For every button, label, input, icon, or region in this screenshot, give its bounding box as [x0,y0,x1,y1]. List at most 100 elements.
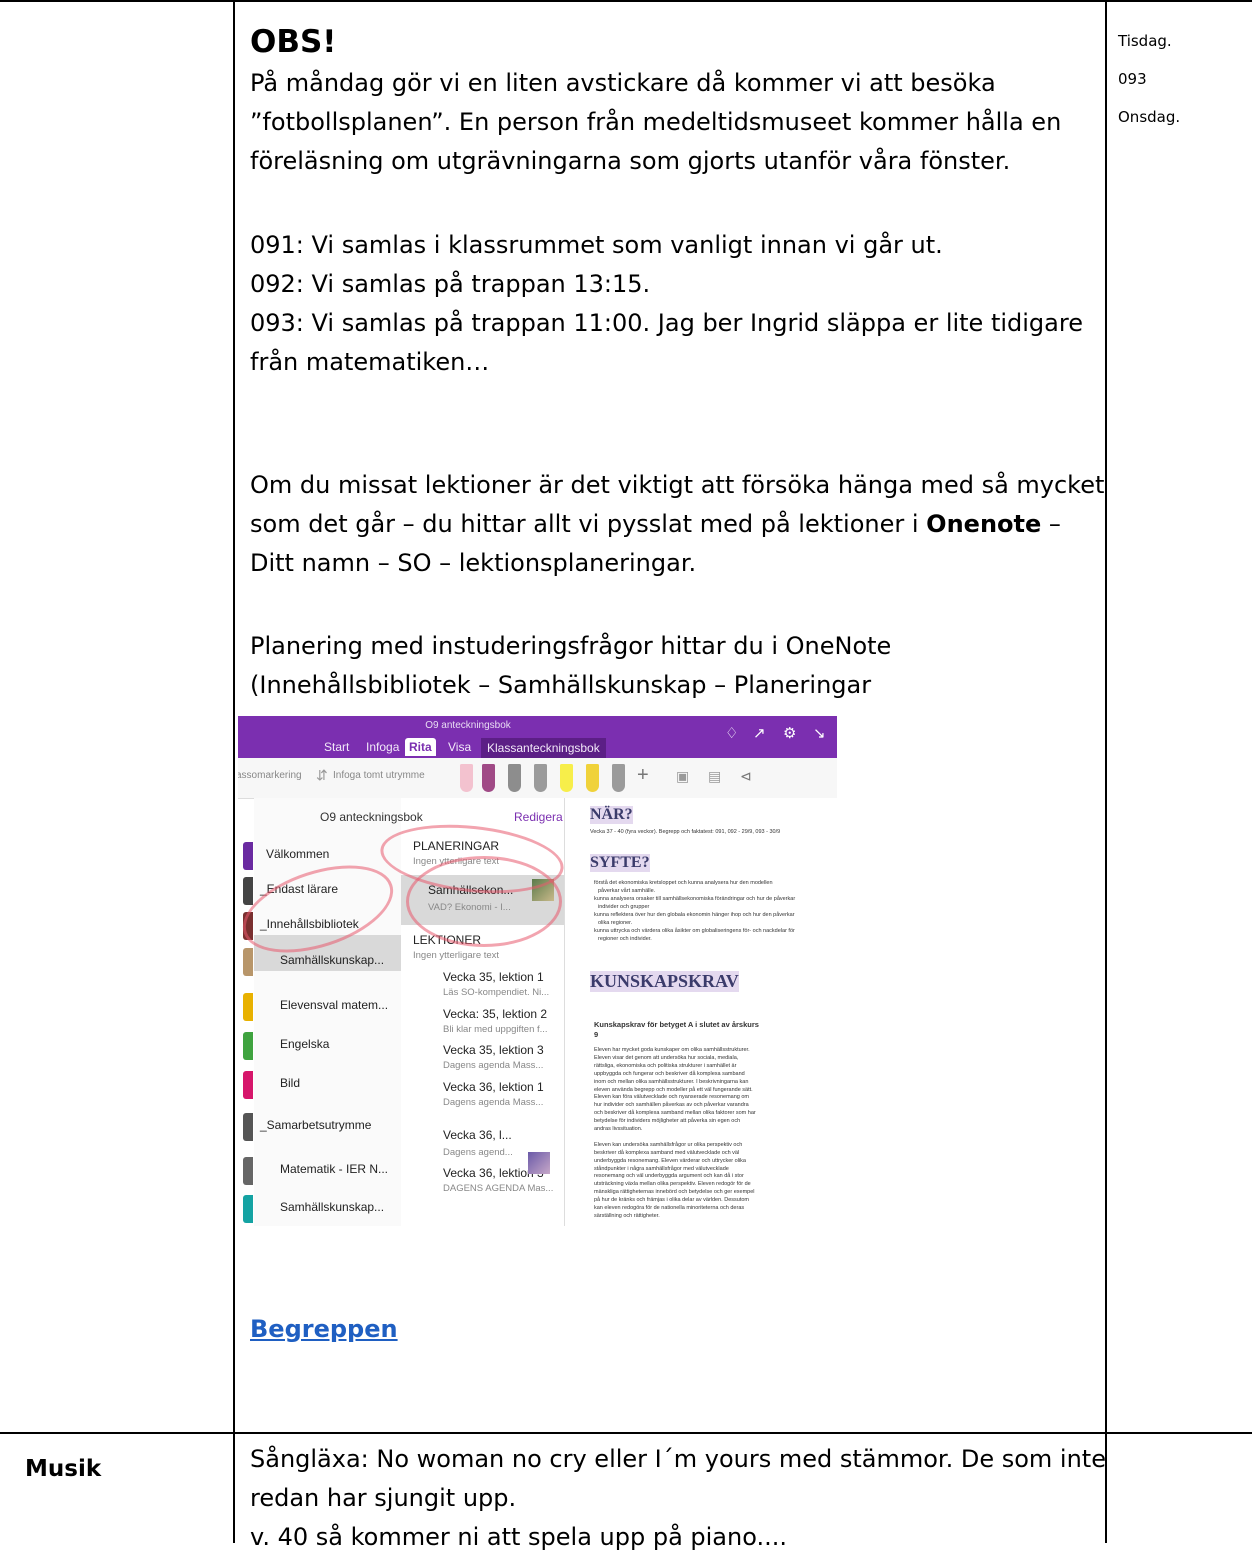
tab-infoga: Infoga [366,740,400,754]
missed-text: – [1041,510,1061,538]
musik-line: Sångläxa: No woman no cry eller I´m your… [250,1445,1106,1473]
onenote-bold: Onenote [926,510,1042,538]
page-preview: DAGENS AGENDA Mas... [443,1183,554,1194]
musik-line: v. 40 så kommer ni att spela upp på pian… [250,1523,787,1551]
begreppen-link[interactable]: Begreppen [250,1315,398,1343]
bell-icon: ♢ [725,725,739,742]
lasso-icon: ▤ [708,768,722,784]
highlighter-icon [560,764,573,792]
krav-line: utsträckning växla mellan olika perspekt… [594,1181,751,1188]
intro-line: På måndag gör vi en liten avstickare då … [250,69,996,97]
syfte-bullet: kunna reflektera över hur den globala ek… [594,912,795,918]
side-class: 093 [1118,70,1147,88]
page-thumbnail [528,1152,550,1174]
syfte-bullet: förstå det ekonomiska kretsloppet och ku… [594,880,773,886]
syfte-bullet: individer och grupper [598,904,650,910]
section-color-tab [243,877,253,905]
page-preview: Dagens agend... [443,1147,513,1158]
page-preview: Läs SO-kompendiet. Ni... [443,987,550,998]
krav-line: betydelse för individers möjligheter att… [594,1118,741,1125]
table-border-row [0,1432,1252,1434]
collapse-icon: ↘ [813,725,826,742]
krav-sub2: 9 [594,1030,599,1039]
section-item: Samhällskunskap... [280,1200,385,1214]
page-preview: Dagens agenda Mass... [443,1097,544,1108]
tab-rita: Rita [405,738,436,756]
syfte-heading: SYFTE? [590,854,650,872]
nar-text: Vecka 37 - 40 (fyra veckor). Begrepp och… [590,829,781,835]
krav-line: rättsliga, ekonomiska och politiska stru… [594,1062,737,1069]
eraser-icon [460,764,473,792]
missed-text: som det går – du hittar allt vi pysslat … [250,510,927,538]
share-icon: ↗ [753,725,766,742]
krav-line: och beskriver då komplexa samband mellan… [594,1110,756,1117]
section-item: Elevensval matem... [280,998,389,1012]
annotation-circle [406,856,562,947]
krav-heading: KUNSKAPSKRAV [590,971,739,992]
page-title: Vecka 36, l... [443,1128,512,1142]
shape-icon: ▣ [676,768,690,784]
section-item: Samhällskunskap... [280,953,385,967]
syfte-bullet: påverkar vårt samhälle. [598,888,656,894]
table-border-col1 [233,0,235,1543]
krav-line: särställning och rättigheter. [594,1212,660,1219]
onenote-titlebar: O9 anteckningsbok Start Infoga Rita Visa… [238,716,837,758]
obs-heading: OBS! [250,24,337,60]
schedule-line: 093: Vi samlas på trappan 11:00. Jag ber… [250,309,1083,337]
side-day: Onsdag. [1118,108,1181,126]
section-color-tab [243,948,253,976]
section-color-tab [243,993,253,1021]
krav-line: ståndpunkter i några samhällsfrågor med … [594,1165,729,1172]
krav-line: andras livssituation. [594,1126,643,1132]
page-preview: Dagens agenda Mass... [443,1060,544,1071]
pen-icon [612,764,625,792]
page-title: Vecka 35, lektion 3 [443,1043,544,1057]
syfte-bullet: kunna analysera orsaker till samhällseko… [594,896,796,902]
syfte-bullet: kunna uttrycka och värdera olika åsikter… [594,928,795,934]
section-color-tab [243,1113,253,1141]
tab-visa: Visa [448,740,472,754]
nar-heading: NÄR? [590,806,633,824]
krav-line: kan eleven redogöra för de nationella mi… [594,1205,745,1211]
page-preview: Ingen ytterligare text [413,950,500,961]
krav-line: Eleven kan föra välutvecklade och nyanse… [594,1094,750,1101]
krav-line: på hur de kränks och främjas i olika del… [594,1197,749,1204]
syfte-bullet: regioner och individer. [598,936,652,942]
page-title: Vecka 36, lektion 1 [443,1080,544,1094]
missed-line: som det går – du hittar allt vi pysslat … [250,505,1061,543]
onenote-screenshot: O9 anteckningsbok Start Infoga Rita Visa… [238,716,837,1226]
section-item: Engelska [280,1037,330,1051]
toolbar-lasso: assomarkering [238,770,302,781]
krav-line: beskriver då komplexa samband med välutv… [594,1149,740,1156]
krav-line: eleven använda begrepp och modeller på e… [594,1086,753,1093]
intro-line: föreläsning om utgrävningarna som gjorts… [250,147,1011,175]
krav-line: mänskliga rättigheternas innebörd och be… [594,1189,755,1196]
page-title: Vecka: 35, lektion 2 [443,1007,548,1021]
syfte-bullet: olika regioner. [598,920,633,926]
plan-line: (Innehållsbibliotek – Samhällskunskap – … [250,671,872,699]
schedule-line: från matematiken… [250,348,490,376]
tab-klassanteckningsbok: Klassanteckningsbok [481,738,606,758]
tab-start: Start [324,740,350,754]
section-item: Välkommen [266,847,330,861]
notebook-name: O9 anteckningsbok [320,810,423,824]
section-color-tab [243,842,253,870]
add-icon: + [637,764,649,786]
highlighter-icon [586,764,599,792]
section-item: Bild [280,1076,301,1090]
section-item: _Samarbetsutrymme [260,1118,372,1132]
krav-line: uppbyggda och fungerar och beskriver då … [594,1070,745,1077]
page-title: Vecka 35, lektion 1 [443,970,544,984]
section-color-tab [243,1195,253,1223]
pen-icon [534,764,547,792]
toolbar-insert-space: Infoga tomt utrymme [333,770,425,781]
schedule-line: 091: Vi samlas i klassrummet som vanligt… [250,231,943,259]
krav-line: hur individer och samhällen påverkas av … [594,1102,749,1109]
missed-line: Ditt namn – SO – lektionsplaneringar. [250,549,697,577]
pen-icon [482,764,495,792]
intro-line: ”fotbollsplanen”. En person från medelti… [250,108,1062,136]
pen-icon [508,764,521,792]
missed-line: Om du missat lektioner är det viktigt at… [250,471,1105,499]
section-color-tab [243,1157,253,1185]
musik-line: redan har sjungit upp. [250,1484,517,1512]
